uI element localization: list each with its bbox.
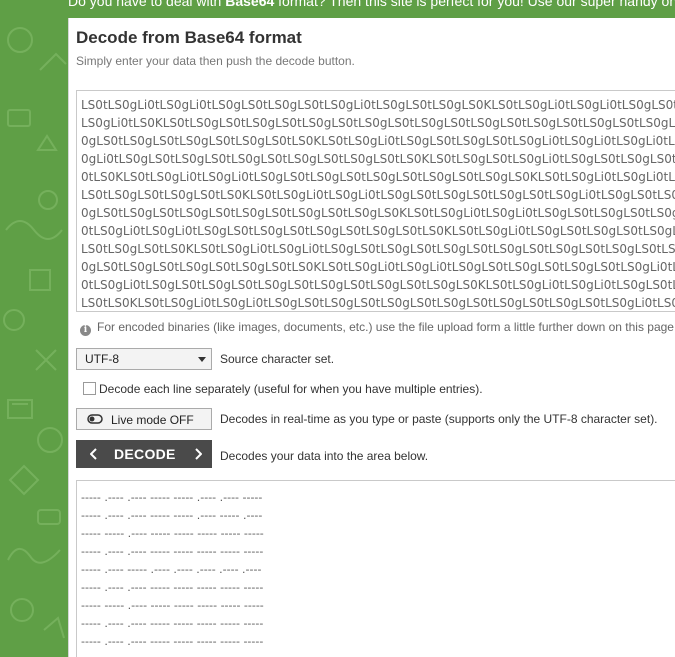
chevron-left-icon bbox=[90, 448, 97, 460]
base64-input-textarea[interactable]: LS0tLS0gLi0tLS0gLi0tLS0gLS0tLS0gLS0tLS0g… bbox=[76, 90, 675, 312]
text-line: ----- .---- .---- ----- ----- .---- .---… bbox=[81, 491, 263, 504]
text-line: ----- .---- .---- ----- ----- ----- ----… bbox=[81, 635, 264, 648]
decode-description: Decodes your data into the area below. bbox=[220, 449, 429, 463]
decorative-pattern-icon bbox=[3, 27, 67, 639]
text-line: 0gLS0tLS0gLS0tLS0gLS0tLS0gLS0tLS0KLS0tLS… bbox=[81, 260, 675, 274]
charset-select[interactable]: UTF-8 bbox=[76, 348, 212, 370]
text-line: LS0tLS0gLS0tLS0KLS0tLS0gLi0tLS0gLi0tLS0g… bbox=[81, 242, 675, 256]
text-line: 0gLi0tLS0gLS0tLS0gLS0tLS0gLS0tLS0gLS0tLS… bbox=[81, 152, 675, 166]
text-line: ----- .---- .---- ----- ----- .---- ----… bbox=[81, 509, 263, 522]
charset-label: Source character set. bbox=[220, 352, 335, 366]
page-subtitle: Simply enter your data then push the dec… bbox=[76, 54, 355, 68]
text-line: 0gLS0tLS0gLS0tLS0gLS0tLS0gLS0tLS0gLS0tLS… bbox=[81, 206, 675, 220]
text-line: ----- .---- .---- ----- ----- .---- ----… bbox=[81, 651, 675, 657]
page-title: Decode from Base64 format bbox=[76, 28, 302, 47]
text-line: ----- ----- .---- ----- ----- ----- ----… bbox=[81, 599, 264, 612]
live-mode-toggle[interactable]: Live mode OFF bbox=[76, 408, 212, 430]
text-line: 0tLS0gLi0tLS0gLi0tLS0gLS0tLS0gLS0tLS0gLS… bbox=[81, 224, 675, 238]
text-line: LS0gLi0tLS0KLS0tLS0gLS0tLS0gLS0tLS0gLS0t… bbox=[81, 116, 675, 130]
text-line: LS0tLS0gLi0tLS0gLi0tLS0gLS0tLS0gLS0tLS0g… bbox=[81, 98, 675, 112]
chevron-right-icon bbox=[195, 448, 202, 460]
banner-text: Do you have to deal with Base64 format? … bbox=[68, 0, 675, 9]
text-line: ----- .---- .---- ----- ----- ----- ----… bbox=[81, 545, 264, 558]
text-line: ----- .---- ----- .---- .---- .---- .---… bbox=[81, 563, 262, 576]
live-mode-label: Live mode OFF bbox=[111, 413, 194, 427]
text-line: 0tLS0KLS0tLS0gLi0tLS0gLi0tLS0gLS0tLS0gLS… bbox=[81, 170, 675, 184]
decoded-output-textarea[interactable]: ----- .---- .---- ----- ----- .---- .---… bbox=[76, 480, 675, 657]
decode-button[interactable]: DECODE bbox=[76, 440, 212, 468]
live-mode-description: Decodes in real-time as you type or past… bbox=[220, 412, 658, 426]
text-line: 0tLS0gLi0tLS0gLS0tLS0gLS0tLS0gLS0tLS0gLS… bbox=[81, 278, 675, 292]
banner-text-bold: Base64 bbox=[225, 0, 275, 9]
banner-text-post: format? Then this site is perfect for yo… bbox=[278, 0, 675, 9]
banner-text-pre: Do you have to deal with bbox=[68, 0, 226, 9]
decode-button-label: DECODE bbox=[114, 446, 176, 462]
decode-each-line-label[interactable]: Decode each line separately (useful for … bbox=[99, 382, 483, 396]
info-icon: i bbox=[80, 325, 91, 336]
info-note-text: For encoded binaries (like images, docum… bbox=[97, 320, 675, 334]
text-line: LS0tLS0KLS0tLS0gLi0tLS0gLi0tLS0gLS0tLS0g… bbox=[81, 296, 675, 310]
chevron-down-icon bbox=[198, 357, 206, 362]
text-line: ----- .---- .---- ----- ----- ----- ----… bbox=[81, 581, 264, 594]
charset-select-value: UTF-8 bbox=[85, 352, 119, 366]
decode-each-line-checkbox[interactable] bbox=[83, 382, 96, 395]
toggle-off-icon bbox=[87, 414, 103, 424]
main-panel: Decode from Base64 format Simply enter y… bbox=[68, 18, 675, 657]
text-line: 0gLS0tLS0gLS0tLS0gLS0tLS0gLS0tLS0KLS0tLS… bbox=[81, 134, 675, 148]
sidebar-pattern bbox=[0, 0, 68, 657]
info-note: i For encoded binaries (like images, docu… bbox=[80, 320, 675, 336]
text-line: ----- .---- .---- ----- ----- ----- ----… bbox=[81, 617, 264, 630]
top-banner: Do you have to deal with Base64 format? … bbox=[68, 0, 675, 18]
text-line: ----- ----- .---- ----- ----- ----- ----… bbox=[81, 527, 264, 540]
text-line: LS0tLS0gLS0tLS0gLS0tLS0KLS0tLS0gLi0tLS0g… bbox=[81, 188, 675, 202]
